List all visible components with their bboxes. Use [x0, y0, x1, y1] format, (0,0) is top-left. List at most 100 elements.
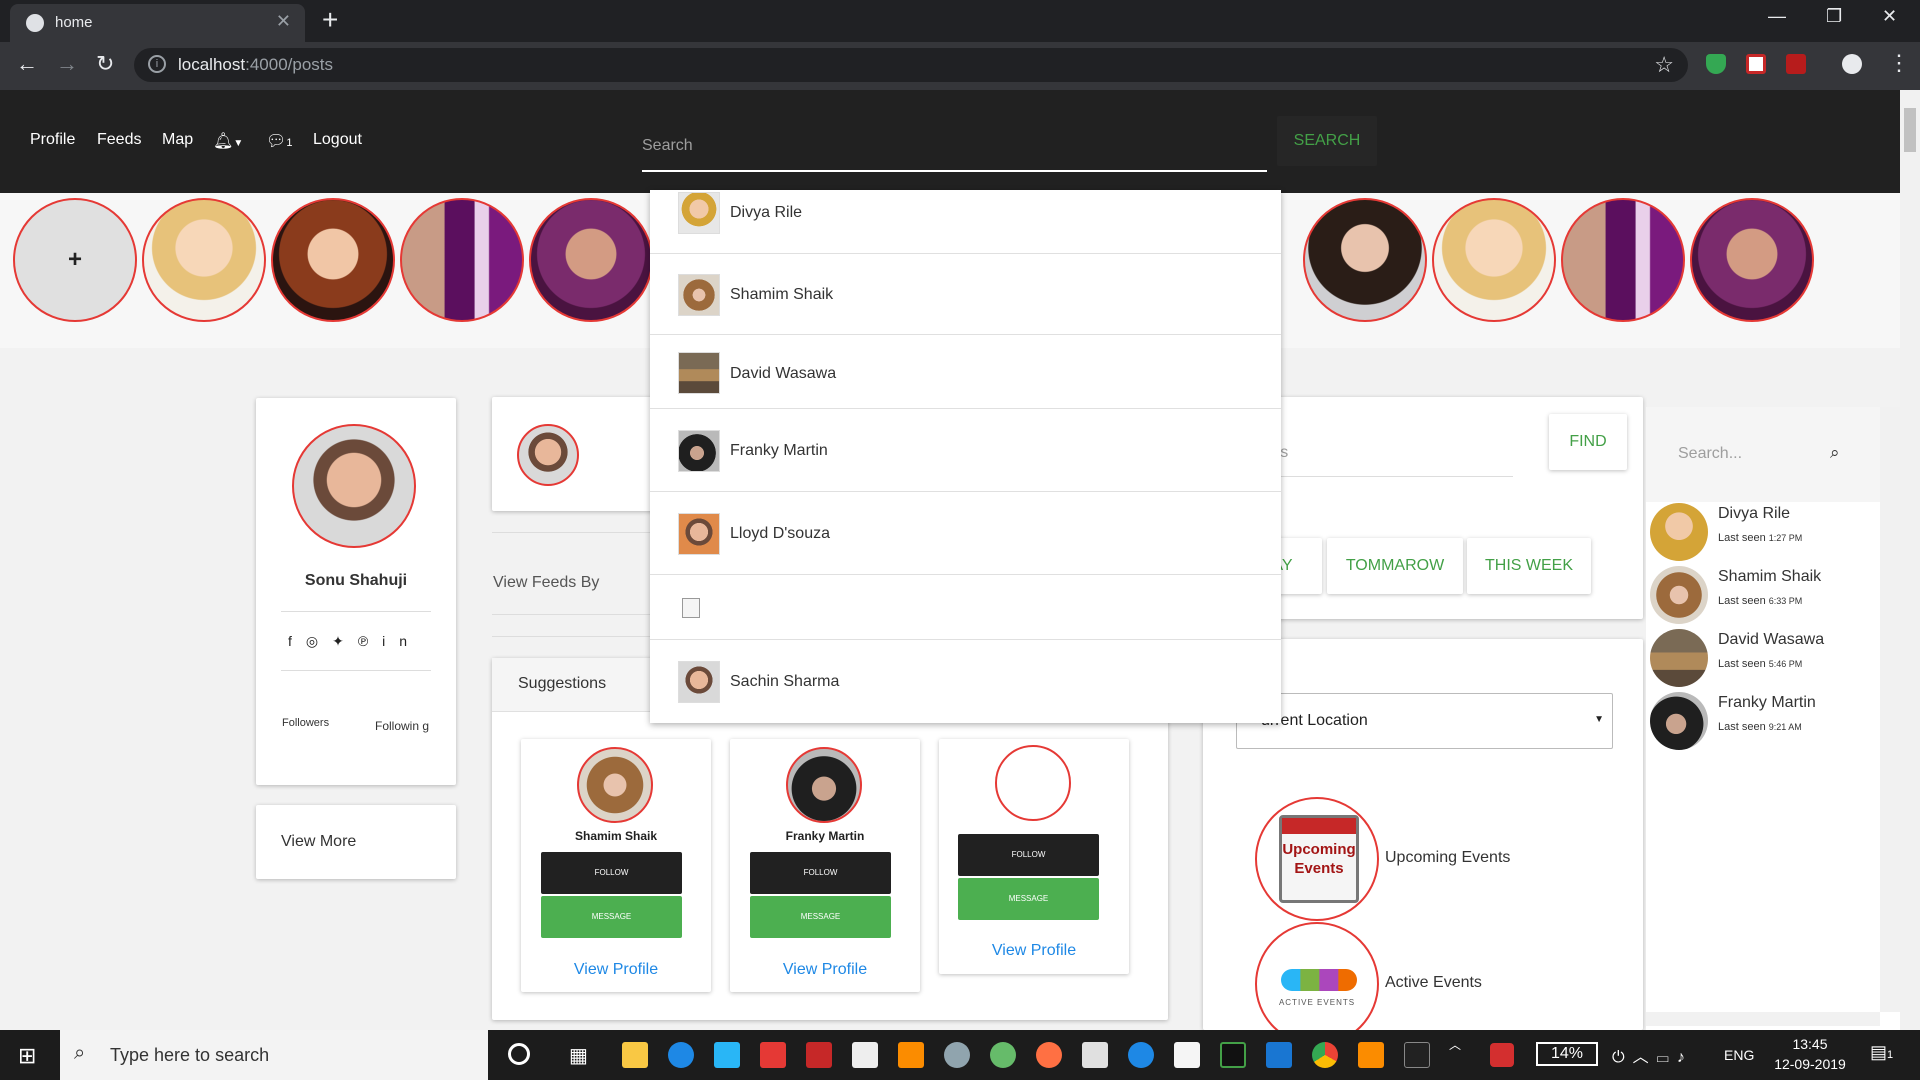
find-button[interactable]: FIND — [1549, 414, 1627, 470]
follow-button[interactable]: FOLLOW — [541, 852, 682, 894]
nav-feeds[interactable]: Feeds — [97, 131, 141, 149]
sublime-icon[interactable] — [898, 1042, 924, 1068]
nav-logout[interactable]: Logout — [313, 131, 362, 149]
chat-search-input[interactable]: Search... — [1678, 445, 1742, 463]
postman-icon[interactable] — [1036, 1042, 1062, 1068]
profile-avatar-icon[interactable] — [1842, 54, 1862, 74]
profile-avatar[interactable] — [292, 424, 416, 548]
taskbar-search[interactable]: ⌕ Type here to search — [60, 1030, 488, 1080]
view-more-card[interactable]: View More — [256, 805, 456, 879]
this-week-filter-button[interactable]: THIS WEEK — [1467, 538, 1591, 594]
story-avatar[interactable] — [1303, 198, 1427, 322]
back-icon[interactable]: ← — [16, 51, 38, 77]
story-avatar[interactable] — [142, 198, 266, 322]
search-result-item[interactable]: Sachin Sharma — [650, 641, 1281, 723]
edge-icon[interactable] — [668, 1042, 694, 1068]
clock[interactable]: 13:45 12-09-2019 — [1770, 1036, 1850, 1072]
chat-avatar[interactable] — [1650, 503, 1708, 561]
search-result-item[interactable] — [650, 576, 1281, 640]
pycharm-icon[interactable] — [1220, 1042, 1246, 1068]
messages-icon[interactable]: 💬︎1 — [266, 131, 292, 151]
chat-horizontal-scrollbar[interactable] — [1646, 1012, 1880, 1026]
mail-icon[interactable] — [852, 1042, 878, 1068]
terminal-icon[interactable] — [1404, 1042, 1430, 1068]
location-select[interactable]: urrent Location ▼ — [1236, 693, 1613, 749]
scrollbar-thumb[interactable] — [1904, 108, 1916, 152]
following-label[interactable]: Followin g — [372, 717, 432, 736]
user-avatar[interactable] — [517, 424, 579, 486]
pinterest-icon[interactable]: ℗ — [358, 633, 382, 649]
app-red-icon[interactable] — [760, 1042, 786, 1068]
story-avatar[interactable] — [271, 198, 395, 322]
bookmark-star-icon[interactable]: ☆ — [1654, 52, 1674, 78]
restore-icon[interactable]: ❐ — [1826, 6, 1842, 27]
address-bar[interactable]: i localhost:4000/posts ☆ — [134, 48, 1688, 82]
chat-user-name[interactable]: Shamim Shaik — [1718, 568, 1821, 586]
search-result-item[interactable]: Divya Rile — [650, 190, 1281, 254]
new-tab-button[interactable]: + — [322, 6, 338, 34]
instagram-icon[interactable]: ◎ — [306, 633, 332, 649]
story-avatar[interactable] — [529, 198, 653, 322]
tomorrow-filter-button[interactable]: TOMMAROW — [1327, 538, 1463, 594]
search-result-item[interactable]: Franky Martin — [650, 410, 1281, 492]
maps-icon[interactable] — [1128, 1042, 1154, 1068]
nav-map[interactable]: Map — [162, 131, 193, 149]
linkedin-icon[interactable]: in — [382, 633, 421, 649]
search-result-item[interactable]: Lloyd D'souza — [650, 493, 1281, 575]
chat-vertical-scrollbar[interactable] — [1880, 407, 1900, 1012]
search-icon[interactable]: ⌕ — [1830, 443, 1840, 463]
minimize-icon[interactable]: — — [1768, 6, 1786, 27]
chat-user-name[interactable]: David Wasawa — [1718, 631, 1824, 649]
view-profile-link[interactable]: View Profile — [730, 961, 920, 979]
facebook-icon[interactable]: f — [288, 633, 306, 649]
windows-start-icon[interactable]: ⊞ — [18, 1043, 36, 1069]
message-button[interactable]: MESSAGE — [541, 896, 682, 938]
suggestion-avatar[interactable] — [995, 745, 1071, 821]
story-avatar[interactable] — [1690, 198, 1814, 322]
close-tab-icon[interactable]: ✕ — [276, 11, 291, 32]
view-profile-link[interactable]: View Profile — [521, 961, 711, 979]
task-view-icon[interactable]: ▦ — [569, 1043, 588, 1068]
store-icon[interactable] — [1082, 1042, 1108, 1068]
active-events-logo[interactable]: ACTIVE EVENTS — [1255, 922, 1379, 1046]
chat-avatar[interactable] — [1650, 629, 1708, 687]
file-explorer-icon[interactable] — [622, 1042, 648, 1068]
story-avatar[interactable] — [1561, 198, 1685, 322]
chat-user-name[interactable]: Franky Martin — [1718, 694, 1816, 712]
tray-app-icon[interactable] — [1490, 1043, 1514, 1067]
view-profile-link[interactable]: View Profile — [939, 942, 1129, 960]
upcoming-events-logo[interactable]: Upcoming Events — [1255, 797, 1379, 921]
chat-avatar[interactable] — [1650, 692, 1708, 750]
reload-icon[interactable]: ↻ — [96, 51, 114, 77]
xampp-icon[interactable] — [1358, 1042, 1384, 1068]
shield-extension-icon[interactable] — [1706, 54, 1726, 74]
notifications-bell-icon[interactable]: 🔔︎▼ — [213, 131, 243, 151]
active-events-label[interactable]: Active Events — [1385, 974, 1482, 992]
search-button[interactable]: SEARCH — [1277, 116, 1377, 166]
story-avatar[interactable] — [400, 198, 524, 322]
close-window-icon[interactable]: ✕ — [1882, 6, 1897, 27]
events-search-input[interactable]: ents — [1258, 435, 1513, 477]
mcafee-icon[interactable] — [806, 1042, 832, 1068]
menu-dots-icon[interactable]: ⋮ — [1888, 50, 1910, 76]
app-l-icon[interactable] — [714, 1042, 740, 1068]
followers-label[interactable]: Followers — [282, 717, 329, 729]
search-result-item[interactable]: David Wasawa — [650, 336, 1281, 409]
follow-button[interactable]: FOLLOW — [750, 852, 891, 894]
chat-avatar[interactable] — [1650, 566, 1708, 624]
action-center-icon[interactable]: ▤1 — [1870, 1042, 1893, 1063]
nav-profile[interactable]: Profile — [30, 131, 75, 149]
page-scrollbar[interactable] — [1900, 90, 1920, 1030]
tray-icons[interactable]: ⏻︎︿▭♪ — [1612, 1043, 1693, 1067]
upcoming-events-label[interactable]: Upcoming Events — [1385, 849, 1510, 867]
forward-icon[interactable]: → — [56, 51, 78, 77]
twitter-icon[interactable]: ✦ — [332, 633, 358, 649]
suggestion-avatar[interactable] — [786, 747, 862, 823]
app-icon[interactable] — [1174, 1042, 1200, 1068]
message-button[interactable]: MESSAGE — [958, 878, 1099, 920]
story-avatar[interactable] — [1432, 198, 1556, 322]
pocket-extension-icon[interactable] — [1746, 54, 1766, 74]
view-more-link[interactable]: View More — [281, 833, 356, 851]
cortana-icon[interactable] — [508, 1043, 530, 1065]
pdf-extension-icon[interactable] — [1786, 54, 1806, 74]
